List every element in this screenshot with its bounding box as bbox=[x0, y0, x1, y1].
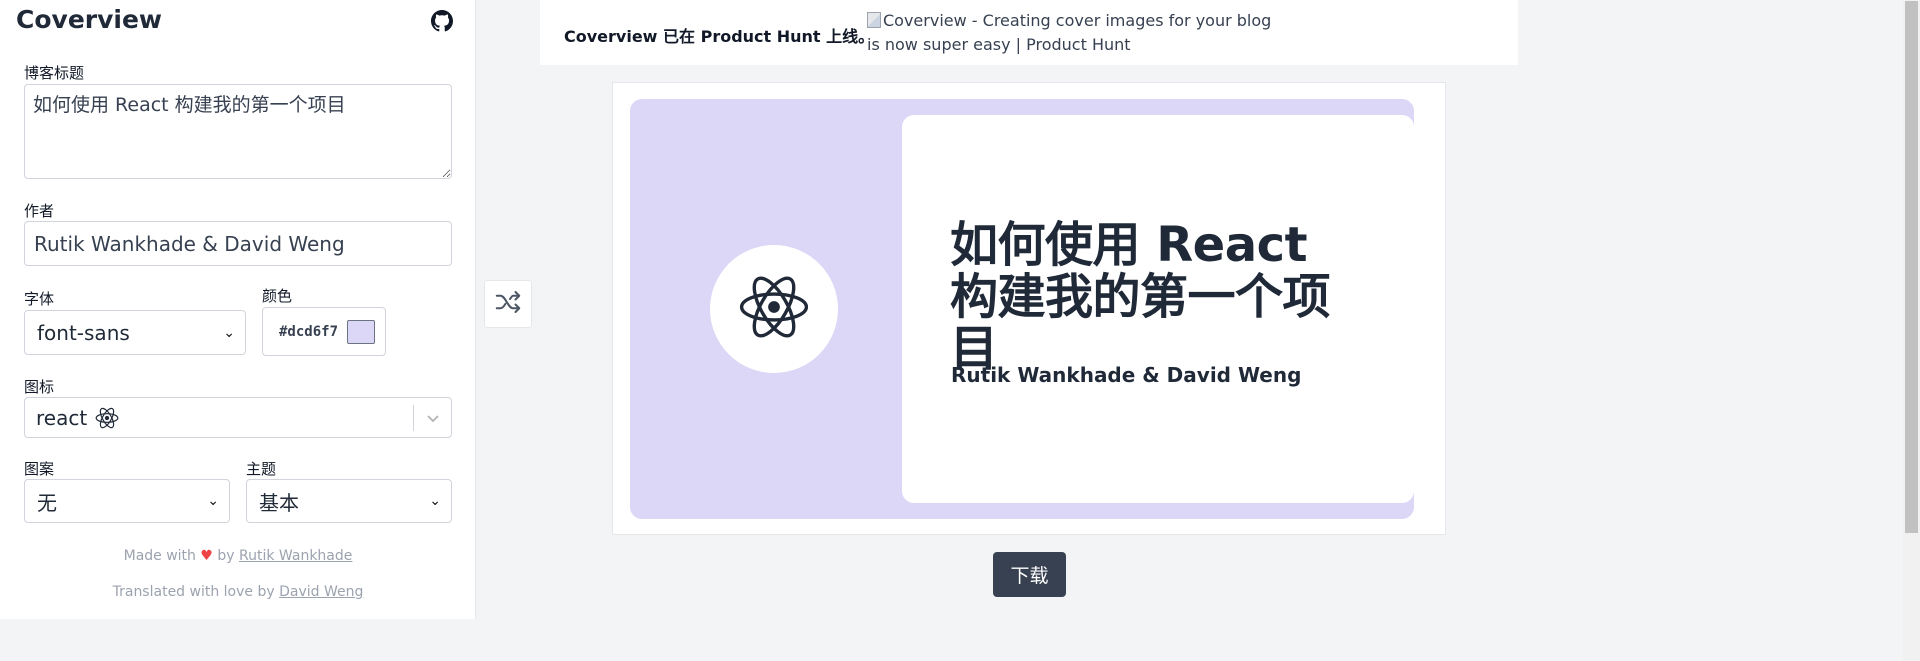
cover-author: Rutik Wankhade & David Weng bbox=[951, 363, 1302, 387]
author-link[interactable]: Rutik Wankhade bbox=[239, 548, 352, 564]
blog-title-input[interactable]: 如何使用 React 构建我的第一个项目 bbox=[24, 84, 452, 179]
font-select[interactable]: font-sans ⌄ bbox=[24, 310, 246, 355]
theme-label: 主题 bbox=[246, 460, 277, 478]
product-hunt-badge[interactable]: Coverview - Creating cover images for yo… bbox=[867, 9, 1287, 57]
react-icon bbox=[94, 405, 120, 431]
banner-text: Coverview 已在 Product Hunt 上线。 bbox=[564, 27, 875, 46]
blog-title-label: 博客标题 bbox=[24, 64, 85, 82]
color-swatch[interactable] bbox=[347, 319, 375, 344]
editor-sidebar: Coverview 博客标题 如何使用 React 构建我的第一个项目 作者 字… bbox=[0, 0, 476, 619]
chevron-down-icon[interactable] bbox=[414, 413, 451, 423]
cover-icon-circle bbox=[710, 245, 838, 373]
font-label: 字体 bbox=[24, 290, 55, 308]
app-title: Coverview bbox=[16, 5, 163, 34]
pattern-select[interactable]: 无 ⌄ bbox=[24, 479, 230, 523]
broken-image-icon bbox=[867, 12, 881, 28]
react-icon bbox=[737, 270, 811, 348]
icon-label: 图标 bbox=[24, 378, 55, 396]
download-button[interactable]: 下载 bbox=[993, 552, 1066, 597]
theme-select-value: 基本 bbox=[259, 490, 299, 515]
author-input[interactable] bbox=[24, 221, 452, 266]
product-hunt-banner: Coverview 已在 Product Hunt 上线。 Coverview … bbox=[540, 0, 1518, 65]
translator-link[interactable]: David Weng bbox=[279, 584, 363, 600]
cover-card: 如何使用 React 构建我的第一个项目 Rutik Wankhade & Da… bbox=[902, 115, 1414, 503]
page-scrollbar[interactable] bbox=[1903, 0, 1920, 661]
pattern-select-value: 无 bbox=[37, 490, 57, 515]
cover-title: 如何使用 React 构建我的第一个项目 bbox=[950, 217, 1331, 377]
cover-preview: 如何使用 React 构建我的第一个项目 Rutik Wankhade & Da… bbox=[630, 99, 1414, 519]
icon-select[interactable]: react bbox=[24, 397, 452, 438]
shuffle-icon bbox=[493, 287, 523, 321]
footer-made-with: Made with ♥ by Rutik Wankhade bbox=[123, 548, 353, 564]
pattern-label: 图案 bbox=[24, 460, 55, 478]
color-picker[interactable]: #dcd6f7 bbox=[262, 307, 386, 356]
shuffle-button[interactable] bbox=[484, 280, 532, 328]
heart-icon: ♥ bbox=[200, 548, 213, 564]
font-select-value: font-sans bbox=[37, 320, 130, 345]
chevron-down-icon: ⌄ bbox=[207, 493, 219, 509]
chevron-down-icon: ⌄ bbox=[223, 324, 235, 341]
chevron-down-icon: ⌄ bbox=[429, 493, 441, 509]
icon-select-value: react bbox=[36, 405, 88, 430]
color-label: 颜色 bbox=[262, 287, 293, 305]
theme-select[interactable]: 基本 ⌄ bbox=[246, 479, 452, 523]
footer-translated: Translated with love by David Weng bbox=[112, 584, 364, 600]
scrollbar-thumb[interactable] bbox=[1905, 1, 1918, 533]
github-icon[interactable] bbox=[431, 10, 453, 32]
author-label: 作者 bbox=[24, 202, 55, 220]
color-value: #dcd6f7 bbox=[279, 323, 339, 340]
cover-preview-frame: 如何使用 React 构建我的第一个项目 Rutik Wankhade & Da… bbox=[612, 82, 1446, 535]
